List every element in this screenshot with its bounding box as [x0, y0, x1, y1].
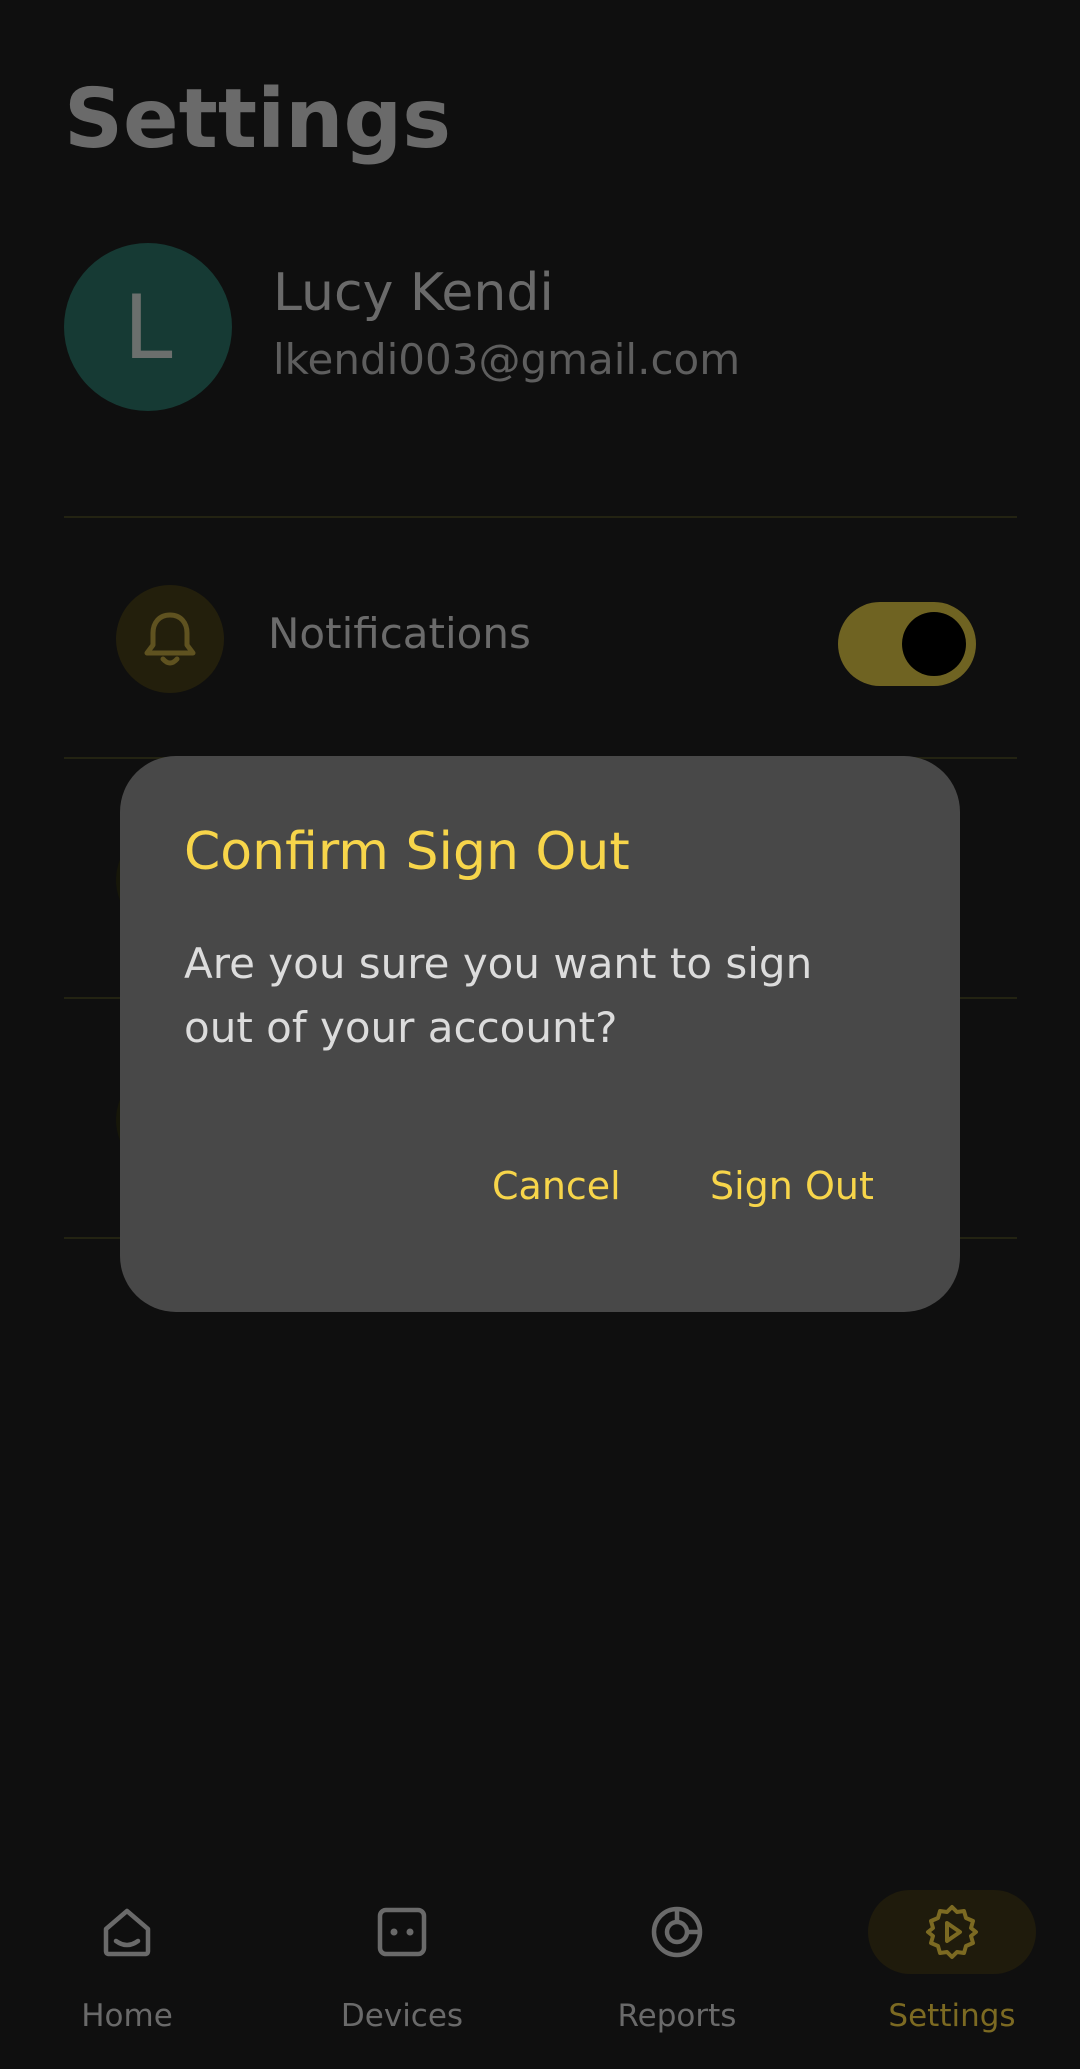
bell-icon: [116, 585, 224, 693]
nav-item-reports[interactable]: Reports: [587, 1890, 767, 2050]
bottom-nav: Home Devices Reports Settings: [0, 1860, 1080, 2069]
toggle-knob: [902, 612, 966, 676]
divider: [64, 516, 1017, 518]
avatar: L: [64, 243, 232, 411]
nav-item-home[interactable]: Home: [37, 1890, 217, 2050]
notifications-label: Notifications: [268, 609, 531, 658]
dialog-message: Are you sure you want to sign out of you…: [184, 939, 813, 1052]
sign-out-dialog: Confirm Sign Out Are you sure you want t…: [120, 756, 960, 1312]
page-title: Settings: [64, 72, 452, 167]
dialog-title: Confirm Sign Out: [184, 822, 630, 882]
nav-item-devices[interactable]: Devices: [312, 1890, 492, 2050]
settings-gear-icon: [868, 1890, 1036, 1974]
profile-card[interactable]: L Lucy Kendi lkendi003@gmail.com: [64, 243, 1024, 411]
settings-screen: Settings L Lucy Kendi lkendi003@gmail.co…: [0, 0, 1080, 2069]
profile-email: lkendi003@gmail.com: [273, 335, 741, 384]
sign-out-button[interactable]: Sign Out: [700, 1156, 884, 1216]
notifications-toggle[interactable]: [838, 602, 976, 686]
nav-label-settings: Settings: [888, 1998, 1016, 2034]
notifications-row: Notifications: [64, 519, 1017, 757]
profile-name: Lucy Kendi: [273, 263, 554, 323]
nav-label-devices: Devices: [340, 1998, 464, 2034]
reports-icon: [593, 1890, 761, 1974]
home-icon: [43, 1890, 211, 1974]
nav-label-reports: Reports: [617, 1998, 737, 2034]
devices-icon: [318, 1890, 486, 1974]
cancel-button[interactable]: Cancel: [482, 1156, 631, 1216]
nav-label-home: Home: [81, 1998, 173, 2034]
nav-item-settings[interactable]: Settings: [862, 1890, 1042, 2050]
